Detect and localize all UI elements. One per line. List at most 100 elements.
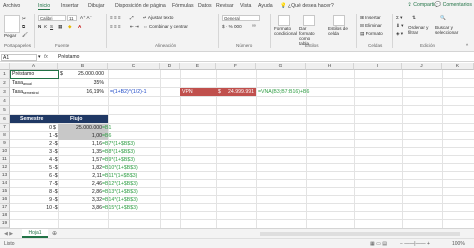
col-header-i[interactable]: I	[354, 63, 402, 70]
fx-icon[interactable]: fx	[44, 54, 48, 60]
cell-flujo[interactable]: 1,57	[62, 156, 102, 164]
col-header-f[interactable]: F	[216, 63, 256, 70]
cell-semestre[interactable]: 5	[10, 164, 52, 172]
col-header-g[interactable]: G	[256, 63, 306, 70]
collapse-ribbon-icon[interactable]: ^	[466, 43, 468, 48]
cell-f3[interactable]: 24.999.991	[222, 88, 254, 96]
copy-icon[interactable]: ⧉	[22, 24, 25, 29]
align-left-icon[interactable]: ≡ ≡ ≡	[110, 24, 121, 29]
comments-button[interactable]: 💬 Comentarios	[435, 2, 472, 8]
row-header[interactable]: 9	[0, 140, 10, 148]
insert-cells-button[interactable]: ⊞ Insertar	[360, 15, 381, 21]
cell-semestre[interactable]: 0	[10, 124, 52, 132]
cell-semestre[interactable]: 8	[10, 188, 52, 196]
row-header[interactable]: 3	[0, 88, 10, 97]
add-sheet-icon[interactable]: ⊕	[52, 230, 57, 237]
cell-flujo[interactable]: 2,86	[62, 188, 102, 196]
tab-inicio[interactable]: Inicio	[38, 3, 51, 10]
underline-button[interactable]: S	[50, 24, 53, 29]
cell-b2[interactable]: 35%	[64, 79, 104, 87]
search-box[interactable]: 💡 ¿Qué desea hacer?	[280, 3, 334, 9]
row-header[interactable]: 19	[0, 220, 10, 228]
col-header-c[interactable]: C	[108, 63, 160, 70]
autosum-icon[interactable]: Σ ▾	[396, 15, 402, 21]
font-grow-icon[interactable]: A⁺ A⁻	[80, 15, 92, 21]
horizontal-scrollbar[interactable]	[260, 232, 460, 236]
cell-flujo[interactable]: 1,35	[62, 148, 102, 156]
indent-icon[interactable]: ⇤ ⇥	[130, 24, 139, 30]
cut-icon[interactable]: ✂	[22, 16, 26, 22]
borders-icon[interactable]: ▦	[58, 24, 62, 30]
tab-ayuda[interactable]: Ayuda	[258, 3, 273, 9]
col-header-k[interactable]: K	[442, 63, 474, 70]
row-header[interactable]: 4	[0, 97, 10, 106]
paste-button[interactable]: Pegar	[4, 33, 16, 38]
wrap-text-button[interactable]: ↵ Ajustar texto	[143, 15, 173, 21]
cell-b3[interactable]: 16,19%	[64, 88, 104, 96]
namebox-dropdown-icon[interactable]: ▾	[38, 54, 41, 60]
align-top-icon[interactable]: ≡ ≡ ≡	[110, 15, 121, 20]
cell-a5[interactable]: Semestre	[20, 115, 43, 123]
cell-flujo[interactable]: 1,82	[62, 164, 102, 172]
cell-e3[interactable]: VPN	[182, 88, 193, 96]
cond-format-button[interactable]: Formato condicional	[274, 26, 297, 36]
col-header-a[interactable]: A	[10, 63, 58, 70]
cell-semestre[interactable]: 4	[10, 156, 52, 164]
delete-cells-button[interactable]: ⊟ Eliminar	[360, 23, 382, 29]
cell-b1[interactable]: 25.000.000	[64, 70, 104, 78]
font-color-icon[interactable]: A	[78, 24, 81, 29]
select-all-corner[interactable]	[0, 63, 10, 70]
tab-vista[interactable]: Vista	[240, 3, 251, 9]
tab-datos[interactable]: Datos	[198, 3, 212, 9]
cell-semestre[interactable]: 10	[10, 204, 52, 212]
orientation-icon[interactable]: ⤢	[130, 15, 134, 20]
row-header[interactable]: 8	[0, 132, 10, 140]
tab-dibujar[interactable]: Dibujar	[88, 3, 104, 9]
sort-filter-button[interactable]: Ordenar y filtrar	[408, 25, 432, 35]
tab-revisar[interactable]: Revisar	[216, 3, 234, 9]
decimal-icon[interactable]: ⁰⁰	[252, 24, 256, 30]
row-header[interactable]: 5	[0, 106, 10, 115]
italic-button[interactable]: K	[44, 24, 47, 29]
row-header[interactable]: 18	[0, 212, 10, 220]
row-header[interactable]: 1	[0, 70, 10, 79]
row-header[interactable]: 14	[0, 180, 10, 188]
name-box[interactable]: A1	[1, 54, 37, 61]
cell-a2[interactable]: Tasaanual	[12, 79, 32, 88]
col-header-b[interactable]: B	[58, 63, 108, 70]
col-header-j[interactable]: J	[402, 63, 442, 70]
cell-b5[interactable]: Flujo	[70, 115, 82, 123]
fill-color-icon[interactable]: ◆	[68, 24, 72, 30]
number-format-combo[interactable]: General	[222, 15, 260, 21]
cell-flujo[interactable]: 1,00	[62, 132, 102, 140]
col-header-h[interactable]: H	[306, 63, 354, 70]
cell-semestre[interactable]: 9	[10, 196, 52, 204]
cell-semestre[interactable]: 6	[10, 172, 52, 180]
cell-a1[interactable]: Préstamo	[12, 70, 34, 78]
format-cells-button[interactable]: ▤ Formato	[360, 31, 383, 37]
tab-insertar[interactable]: Insertar	[61, 3, 79, 9]
tab-disposicion[interactable]: Disposición de página	[115, 3, 166, 9]
currency-icon[interactable]: $ · % 000	[222, 24, 242, 29]
worksheet-grid[interactable]: A B C D E F G H I J K 1 2 3 4 5 6 7 8 9 …	[0, 63, 474, 228]
font-name-combo[interactable]: Calibri	[38, 15, 66, 21]
row-header[interactable]: 10	[0, 148, 10, 156]
row-header[interactable]: 7	[0, 124, 10, 132]
cell-semestre[interactable]: 3	[10, 148, 52, 156]
font-size-combo[interactable]: 11	[67, 15, 77, 21]
share-button[interactable]: ⇪ Compartir	[407, 2, 436, 8]
cell-flujo[interactable]: 1,16	[62, 140, 102, 148]
row-header[interactable]: 11	[0, 156, 10, 164]
clear-icon[interactable]: ◈ ▾	[396, 31, 403, 37]
row-header[interactable]: 17	[0, 204, 10, 212]
merge-center-button[interactable]: ⇔ Combinar y centrar	[143, 24, 188, 29]
col-header-d[interactable]: D	[160, 63, 180, 70]
zoom-slider[interactable]: − ——|—— +	[400, 241, 430, 247]
row-header[interactable]: 6	[0, 115, 10, 124]
col-header-e[interactable]: E	[180, 63, 216, 70]
row-header[interactable]: 2	[0, 79, 10, 88]
formula-input[interactable]: Préstamo	[58, 54, 79, 60]
cell-semestre[interactable]: 7	[10, 180, 52, 188]
cell-a3[interactable]: Tasasemestral	[12, 88, 39, 97]
bold-button[interactable]: N	[38, 24, 41, 29]
